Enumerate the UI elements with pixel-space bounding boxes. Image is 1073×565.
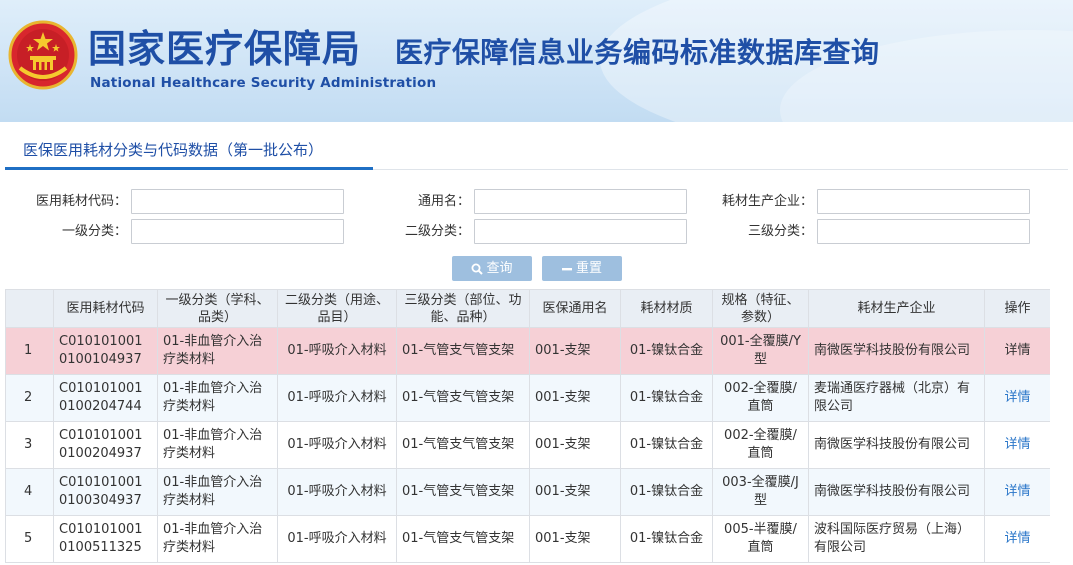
details-link[interactable]: 详情 xyxy=(984,515,1051,563)
cell-level1: 01-非血管介入治疗类材料 xyxy=(157,515,278,563)
header-material: 耗材材质 xyxy=(620,289,713,328)
details-link[interactable]: 详情 xyxy=(984,468,1051,516)
cell-material: 01-镍钛合金 xyxy=(620,374,713,422)
header-level2: 二级分类（用途、品目） xyxy=(277,289,397,328)
search-button[interactable]: 查询 xyxy=(452,256,532,281)
tab-consumables-catalog[interactable]: 医保医用耗材分类与代码数据（第一批公布） xyxy=(5,130,373,170)
cell-level2: 01-呼吸介入材料 xyxy=(277,421,397,469)
table-right-gap xyxy=(1050,289,1073,565)
generic-name-input[interactable] xyxy=(474,189,687,214)
reset-button-label: 重置 xyxy=(575,261,602,276)
cell-spec: 002-全覆膜/直筒 xyxy=(712,421,809,469)
cell-level2: 01-呼吸介入材料 xyxy=(277,327,397,375)
search-icon xyxy=(471,263,484,275)
code-label: 医用耗材代码： xyxy=(35,194,127,209)
cell-level1: 01-非血管介入治疗类材料 xyxy=(157,421,278,469)
national-emblem-icon xyxy=(8,20,78,90)
cell-code: C010101001 0100204744 xyxy=(53,374,158,422)
cell-level1: 01-非血管介入治疗类材料 xyxy=(157,468,278,516)
search-form: 医用耗材代码： 通用名： 耗材生产企业： 一级分类： 二级分类： 三级分类： xyxy=(5,180,1068,250)
row-index: 3 xyxy=(5,421,54,469)
header-level1: 一级分类（学科、品类） xyxy=(157,289,278,328)
cell-level3: 01-气管支气管支架 xyxy=(396,515,530,563)
cell-level3: 01-气管支气管支架 xyxy=(396,421,530,469)
manufacturer-input[interactable] xyxy=(817,189,1030,214)
cell-level3: 01-气管支气管支架 xyxy=(396,374,530,422)
table-row[interactable]: 5 C010101001 0100511325 01-非血管介入治疗类材料 01-呼吸… xyxy=(5,515,1051,563)
cell-code: C010101001 0100511325 xyxy=(53,515,158,563)
cell-material: 01-镍钛合金 xyxy=(620,327,713,375)
cell-spec: 005-半覆膜/直筒 xyxy=(712,515,809,563)
cell-level1: 01-非血管介入治疗类材料 xyxy=(157,374,278,422)
cell-generic-name: 001-支架 xyxy=(529,327,621,375)
header-code: 医用耗材代码 xyxy=(53,289,158,328)
table-row[interactable]: 4 C010101001 0100304937 01-非血管介入治疗类材料 01-呼吸… xyxy=(5,468,1051,516)
level2-label: 二级分类： xyxy=(404,224,470,239)
cell-level2: 01-呼吸介入材料 xyxy=(277,515,397,563)
cell-material: 01-镍钛合金 xyxy=(620,515,713,563)
details-link[interactable]: 详情 xyxy=(984,327,1051,375)
results-table: 医用耗材代码 一级分类（学科、品类） 二级分类（用途、品目） 三级分类（部位、功能、品… xyxy=(5,289,1051,563)
header-index xyxy=(5,289,54,328)
details-link[interactable]: 详情 xyxy=(984,421,1051,469)
cell-level3: 01-气管支气管支架 xyxy=(396,468,530,516)
site-title: 医疗保障信息业务编码标准数据库查询 xyxy=(395,36,880,69)
level1-input[interactable] xyxy=(131,219,344,244)
cell-manufacturer: 波科国际医疗贸易（上海）有限公司 xyxy=(808,515,985,563)
cell-manufacturer: 麦瑞通医疗器械（北京）有限公司 xyxy=(808,374,985,422)
table-header-row: 医用耗材代码 一级分类（学科、品类） 二级分类（用途、品目） 三级分类（部位、功能、品… xyxy=(5,289,1051,328)
cell-generic-name: 001-支架 xyxy=(529,374,621,422)
cell-spec: 002-全覆膜/直筒 xyxy=(712,374,809,422)
cell-code: C010101001 0100304937 xyxy=(53,468,158,516)
search-button-label: 查询 xyxy=(486,261,513,276)
table-row[interactable]: 3 C010101001 0100204937 01-非血管介入治疗类材料 01-呼吸… xyxy=(5,421,1051,469)
header-banner: 国家医疗保障局 National Healthcare Security Adm… xyxy=(0,0,1073,122)
table-row[interactable]: 1 C010101001 0100104937 01-非血管介入治疗类材料 01-呼吸… xyxy=(5,327,1051,375)
cell-manufacturer: 南微医学科技股份有限公司 xyxy=(808,421,985,469)
cell-level1: 01-非血管介入治疗类材料 xyxy=(157,327,278,375)
code-input[interactable] xyxy=(131,189,344,214)
cell-manufacturer: 南微医学科技股份有限公司 xyxy=(808,327,985,375)
cell-generic-name: 001-支架 xyxy=(529,421,621,469)
generic-name-label: 通用名： xyxy=(417,194,470,209)
cell-code: C010101001 0100104937 xyxy=(53,327,158,375)
header-manufacturer: 耗材生产企业 xyxy=(808,289,985,328)
header-spec: 规格（特征、参数） xyxy=(712,289,809,328)
row-index: 4 xyxy=(5,468,54,516)
level2-input[interactable] xyxy=(474,219,687,244)
table-row[interactable]: 2 C010101001 0100204744 01-非血管介入治疗类材料 01-呼吸… xyxy=(5,374,1051,422)
cell-material: 01-镍钛合金 xyxy=(620,421,713,469)
brand-name-cn: 国家医疗保障局 xyxy=(88,26,362,71)
row-index: 5 xyxy=(5,515,54,563)
cell-code: C010101001 0100204937 xyxy=(53,421,158,469)
cell-level2: 01-呼吸介入材料 xyxy=(277,374,397,422)
cell-level3: 01-气管支气管支架 xyxy=(396,327,530,375)
manufacturer-label: 耗材生产企业： xyxy=(721,194,813,209)
header-level3: 三级分类（部位、功能、品种） xyxy=(396,289,530,328)
level3-label: 三级分类： xyxy=(747,224,813,239)
cell-spec: 001-全覆膜/Y型 xyxy=(712,327,809,375)
row-index: 2 xyxy=(5,374,54,422)
details-link[interactable]: 详情 xyxy=(984,374,1051,422)
header-generic-name: 医保通用名 xyxy=(529,289,621,328)
reset-button[interactable]: 重置 xyxy=(542,256,622,281)
cell-material: 01-镍钛合金 xyxy=(620,468,713,516)
cell-level2: 01-呼吸介入材料 xyxy=(277,468,397,516)
cell-generic-name: 001-支架 xyxy=(529,468,621,516)
cell-manufacturer: 南微医学科技股份有限公司 xyxy=(808,468,985,516)
cell-generic-name: 001-支架 xyxy=(529,515,621,563)
cell-spec: 003-全覆膜/J型 xyxy=(712,468,809,516)
level3-input[interactable] xyxy=(817,219,1030,244)
row-index: 1 xyxy=(5,327,54,375)
table-body: 1 C010101001 0100104937 01-非血管介入治疗类材料 01-呼吸… xyxy=(5,327,1051,563)
brand-name-en: National Healthcare Security Administrat… xyxy=(90,75,437,91)
header-action: 操作 xyxy=(984,289,1051,328)
minus-icon xyxy=(561,267,572,270)
level1-label: 一级分类： xyxy=(61,224,127,239)
